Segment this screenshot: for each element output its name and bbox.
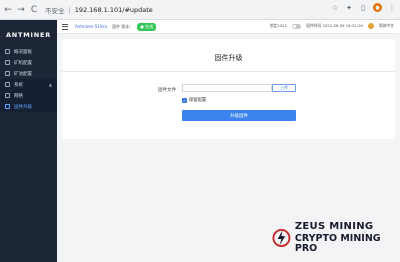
miner-model: Antminer S19xx [75, 24, 108, 29]
keep-settings-row[interactable]: ✓ 保留配置 [182, 97, 206, 103]
sidebar-item-firmware-upgrade[interactable]: 固件升级 [0, 101, 57, 112]
sidebar-item-network[interactable]: 网络 [0, 90, 57, 101]
logo: ANTMINER [5, 31, 52, 39]
sidebar-item-label: 概况面板 [14, 49, 32, 55]
divider [62, 71, 395, 72]
network-icon [5, 93, 10, 98]
keep-settings-label: 保留配置 [189, 98, 207, 103]
firmware-upgrade-card: 固件升级 固件文件 上传 ✓ 保留配置 升级固件 [62, 39, 395, 139]
url-text[interactable]: 192.168.1.101/#update [75, 6, 153, 14]
address-bar[interactable]: 不安全 | 192.168.1.101/#update [45, 5, 153, 15]
lock-label: 锁定2022 [269, 23, 288, 28]
back-icon[interactable]: ← [3, 4, 13, 16]
upload-button[interactable]: 上传 [272, 84, 296, 92]
firmware-version: 固件 版本： [112, 23, 134, 29]
watermark-subtitle: CRYPTO MINING PRO [294, 233, 381, 254]
chevron-up-icon: ▲ [48, 82, 52, 87]
sidebar-icon[interactable]: ▯ [359, 4, 367, 12]
sidebar-item-label: 固件升级 [14, 104, 32, 110]
extensions-icon[interactable]: ✦ [345, 4, 353, 12]
file-label: 固件文件 [158, 88, 176, 93]
sidebar-item-pool-config[interactable]: 矿池配置 [0, 68, 57, 79]
system-icon [5, 82, 10, 87]
sidebar-item-dashboard[interactable]: 概况面板 [0, 46, 57, 57]
sidebar-item-label: 矿池配置 [14, 71, 32, 77]
config-icon [5, 60, 10, 65]
page-title: 固件升级 [214, 54, 243, 62]
star-icon[interactable]: ☆ [331, 4, 339, 12]
system-datetime: 固件时间 2022-08-06 18:32:26 [306, 23, 363, 28]
browser-toolbar: ← → C 不安全 | 192.168.1.101/#update ☆ ✦ ▯ … [0, 0, 400, 20]
dashboard-icon [5, 49, 10, 54]
lightning-logo-icon [272, 228, 291, 247]
sidebar-item-system[interactable]: 系统 ▲ [0, 79, 57, 90]
watermark-title: ZEUS MINING [294, 221, 374, 232]
watermark: ZEUS MINING CRYPTO MINING PRO [272, 222, 400, 253]
reload-icon[interactable]: C [29, 4, 39, 16]
top-header: Antminer S19xx 固件 版本： ● 在线 锁定2022 固件时间 2… [57, 20, 400, 34]
upgrade-icon [5, 104, 10, 109]
language-select[interactable]: 简体中文 [379, 23, 394, 29]
sidebar: ANTMINER 概况面板 矿机配置 矿池配置 系统 ▲ 网络 固件升级 [0, 20, 57, 262]
forward-icon[interactable]: → [16, 4, 26, 16]
sidebar-item-miner-config[interactable]: 矿机配置 [0, 57, 57, 68]
pool-icon [5, 71, 10, 76]
sidebar-item-label: 网络 [14, 93, 23, 99]
keep-settings-checkbox[interactable]: ✓ [182, 97, 187, 103]
upgrade-button[interactable]: 升级固件 [182, 110, 296, 121]
profile-avatar[interactable]: ● [373, 3, 382, 12]
security-warning[interactable]: 不安全 [45, 5, 65, 15]
sidebar-item-label: 系统 [14, 82, 23, 88]
menu-toggle-icon[interactable] [62, 23, 68, 30]
firmware-file-input[interactable] [182, 84, 272, 92]
menu-icon[interactable]: ⋮ [388, 4, 396, 12]
lock-toggle[interactable] [292, 23, 302, 29]
sidebar-item-label: 矿机配置 [14, 60, 32, 66]
avatar[interactable] [367, 23, 374, 29]
status-badge: ● 在线 [137, 22, 157, 31]
